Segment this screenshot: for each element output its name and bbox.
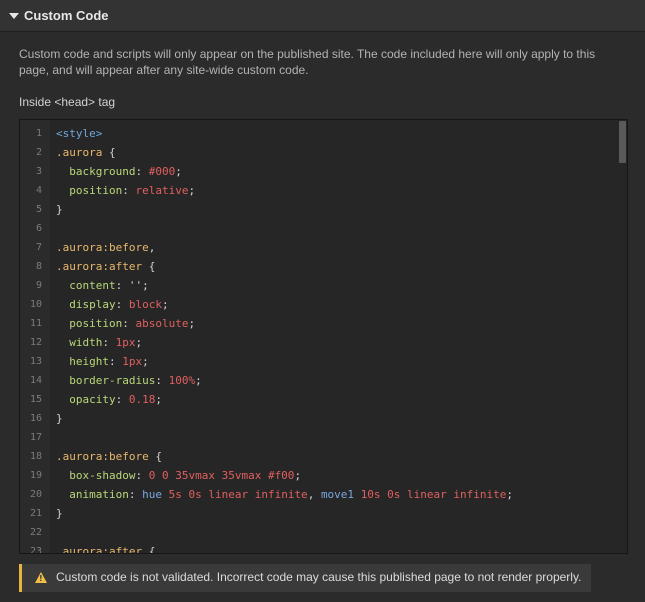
warning-text: Custom code is not validated. Incorrect … [56,570,582,584]
code-line[interactable]: 8 .aurora:after { [20,257,610,276]
code-text: background: #000; [69,165,182,178]
code-editor[interactable]: 1 <style> 2 .aurora {3 background: #000; 4 p… [19,119,628,554]
code-text: height: 1px; [69,355,149,368]
code-text: .aurora:after { [56,260,156,273]
line-number: 18 [29,451,42,462]
line-number: 2 [35,147,42,158]
line-number: 13 [29,356,42,367]
code-text: } [56,507,63,520]
code-lines[interactable]: 1 <style> 2 .aurora {3 background: #000; 4 p… [20,124,610,554]
line-number: 14 [29,375,42,386]
line-number: 17 [29,432,42,443]
code-line[interactable]: 5} [20,200,610,219]
section-description: Custom code and scripts will only appear… [19,47,596,77]
line-number: 20 [29,489,42,500]
code-text: <style> [56,127,103,140]
code-text: } [56,412,63,425]
line-number: 3 [35,166,42,177]
code-line[interactable]: 1 <style> [20,124,610,143]
line-number: 8 [35,261,42,272]
code-text: box-shadow: 0 0 35vmax 35vmax #f00; [69,469,302,482]
section-title: Custom Code [24,8,109,23]
code-text: width: 1px; [69,336,143,349]
code-text: content: ''; [69,279,149,292]
section-header[interactable]: Custom Code [0,0,645,32]
code-text: .aurora:before { [56,450,162,463]
code-line[interactable]: 4 position: relative; [20,181,610,200]
head-tag-label: Inside <head> tag [19,95,116,109]
warning-icon: ! [35,572,47,583]
line-number: 1 [35,128,42,139]
code-text: .aurora:after { [56,545,156,554]
line-number: 5 [35,204,42,215]
code-line[interactable]: 10 display: block; [20,295,610,314]
code-text: position: absolute; [69,317,196,330]
code-line[interactable]: 19 box-shadow: 0 0 35vmax 35vmax #f00; [20,466,610,485]
code-line[interactable]: 9 content: ''; [20,276,610,295]
line-number: 22 [29,527,42,538]
code-text: position: relative; [69,184,196,197]
code-line[interactable]: 6 [20,219,610,238]
code-line[interactable]: 22 [20,523,610,542]
line-number: 23 [29,546,42,554]
code-text: opacity: 0.18; [69,393,162,406]
code-line[interactable]: 12 width: 1px; [20,333,610,352]
code-line[interactable]: 2 .aurora { [20,143,610,162]
code-line[interactable]: 23 .aurora:after { [20,542,610,554]
code-text: border-radius: 100%; [69,374,202,387]
line-number: 21 [29,508,42,519]
code-text: animation: hue 5s 0s linear infinite, mo… [69,488,514,501]
code-line[interactable]: 18 .aurora:before { [20,447,610,466]
line-number: 19 [29,470,42,481]
line-number: 15 [29,394,42,405]
code-line[interactable]: 17 [20,428,610,447]
line-number: 11 [29,318,42,329]
code-line[interactable]: 3 background: #000; [20,162,610,181]
code-line[interactable]: 16} [20,409,610,428]
code-text: .aurora { [56,146,116,159]
code-line[interactable]: 20 animation: hue 5s 0s linear infinite,… [20,485,610,504]
code-text: display: block; [69,298,169,311]
scrollbar-thumb[interactable] [619,121,626,163]
code-text: } [56,203,63,216]
line-number: 4 [35,185,42,196]
line-number: 9 [35,280,42,291]
code-line[interactable]: 21} [20,504,610,523]
code-line[interactable]: 7 .aurora:before, [20,238,610,257]
code-line[interactable]: 13 height: 1px; [20,352,610,371]
line-number: 12 [29,337,42,348]
code-line[interactable]: 14 border-radius: 100%; [20,371,610,390]
line-number: 10 [29,299,42,310]
scrollbar-track[interactable] [617,120,627,553]
code-line[interactable]: 11 position: absolute; [20,314,610,333]
code-text: .aurora:before, [56,241,156,254]
warning-banner: ! Custom code is not validated. Incorrec… [19,564,591,592]
code-line[interactable]: 15 opacity: 0.18; [20,390,610,409]
line-number: 16 [29,413,42,424]
line-number: 7 [35,242,42,253]
line-number: 6 [35,223,42,234]
caret-down-icon[interactable] [9,13,19,19]
